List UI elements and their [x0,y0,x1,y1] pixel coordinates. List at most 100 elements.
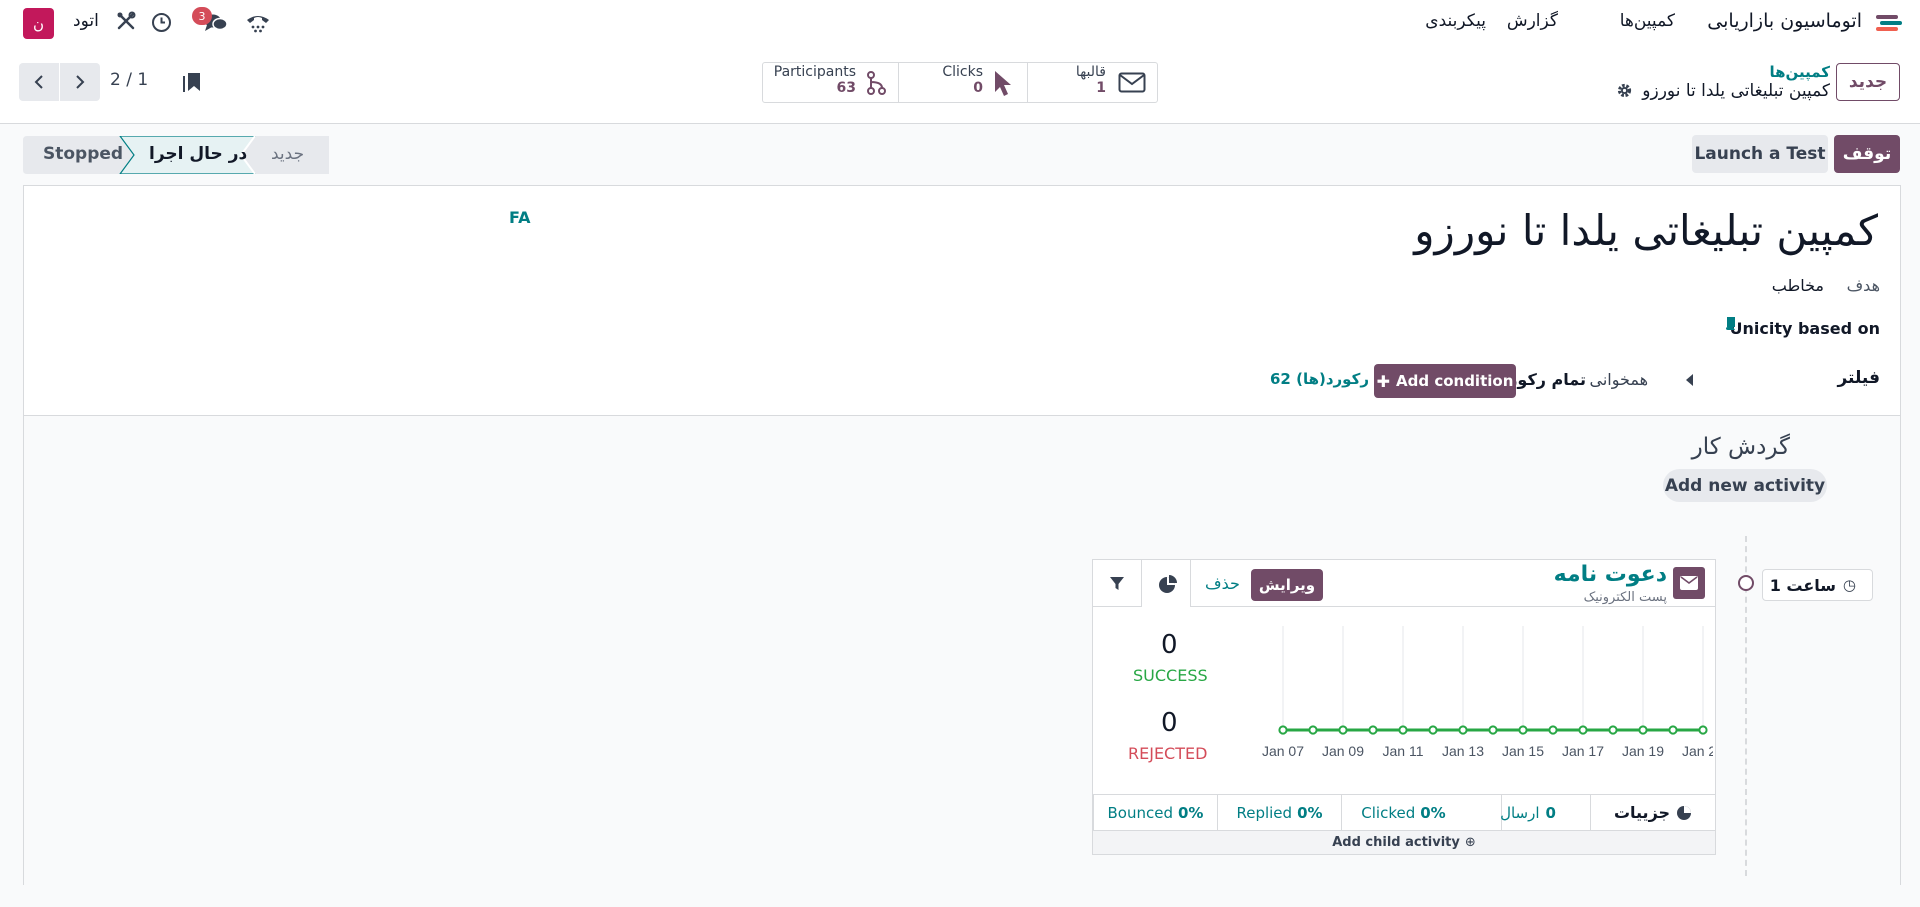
campaign-title[interactable]: کمپین تبلیغاتی یلدا تا نورزو [1414,206,1878,255]
edit-label: ویرایش [1258,576,1316,594]
chart-point [1638,725,1648,735]
graph-tab[interactable] [1141,560,1191,607]
stage-running[interactable]: در حال اجرا [149,144,247,164]
templates-label: قالبها [1075,64,1106,80]
participants-value: 63 [836,80,856,96]
menu-configuration[interactable]: پیکربندی [1425,11,1486,31]
trigger-clock-icon: ◷ [1842,576,1856,594]
chart-point [1368,725,1378,735]
pager-next-button[interactable] [60,63,100,101]
clicked-label: Clicked [1361,803,1416,822]
filter-match-prefix: همخوانی [1589,370,1648,389]
delete-activity-button[interactable]: حذف [1205,574,1240,593]
avatar-letter: ن [32,14,44,33]
bounced-value: 0% [1178,803,1204,822]
debug-tools-icon[interactable] [116,11,136,31]
chart-point [1608,725,1618,735]
language-badge[interactable]: FA [509,208,530,227]
trigger-badge[interactable]: ◷ 1 ساعت [1762,569,1873,601]
filter-label: فیلتر [1837,368,1880,388]
new-button[interactable]: جدید [1836,63,1900,101]
bookmark-icon[interactable] [182,71,202,93]
add-child-activity-button[interactable]: Add child activity ⊕ [1093,831,1715,854]
activity-footer: جزییات 0 ارسال Clicked 0% Replied 0% Bou… [1093,794,1715,831]
pager-prev-button[interactable] [19,63,59,101]
menu-campaigns[interactable]: کمپین‌ها [1620,11,1675,31]
participants-label: Participants [773,64,856,80]
replied-label: Replied [1236,803,1293,822]
replied-value: 0% [1297,803,1323,822]
breadcrumb-parent[interactable]: کمپین‌ها [1769,63,1830,81]
stage-new[interactable]: جدید [271,144,304,164]
pager-value[interactable]: 2 / 1 [110,70,148,90]
chart-x-tick-label: Jan 09 [1322,743,1364,759]
chart-point [1428,725,1438,735]
menu-reporting[interactable]: گزارش [1507,11,1558,31]
activity-card: دعوت نامه پست الکترونیک ویرایش حذف 0 SUC… [1092,559,1716,855]
replied-stat[interactable]: Replied 0% [1217,795,1341,830]
add-condition-label: Add condition [1396,372,1514,390]
phone-icon[interactable] [245,12,271,34]
activity-clock-icon[interactable] [151,12,172,33]
avatar[interactable]: ن [23,8,54,39]
bounced-label: Bounced [1107,803,1173,822]
clicked-stat[interactable]: Clicked 0% [1341,795,1465,830]
sent-label: ارسال [1500,803,1540,822]
app-name[interactable]: اتوماسیون بازاریابی [1707,10,1862,32]
chat-badge: 3 [192,7,212,25]
main-navbar: اتوماسیون بازاریابی کمپین‌ها گزارش پیکرب… [0,0,1920,45]
filter-tab[interactable] [1093,560,1141,607]
edit-activity-button[interactable]: ویرایش [1251,569,1323,601]
pie-chart-icon [1159,575,1177,593]
bounced-stat[interactable]: Bounced 0% [1093,795,1217,830]
chart-point [1488,725,1498,735]
envelope-solid-icon [1680,576,1698,590]
templates-value: 1 [1096,80,1106,96]
chart-point [1308,725,1318,735]
unicity-label: Unicity based on [1729,319,1880,338]
sent-value: 0 [1545,803,1556,822]
book-icon[interactable] [1725,316,1737,330]
timeline-node [1738,575,1754,591]
success-label: SUCCESS [1133,666,1208,685]
plus-circle-icon: ⊕ [1464,835,1476,850]
launch-test-button[interactable]: Launch a Test [1692,135,1828,173]
gear-icon[interactable] [1616,82,1633,99]
app-logo-icon[interactable] [1874,12,1904,34]
chart-x-tick-label: Jan 11 [1383,743,1424,759]
smart-button-group: قالبها 1 Clicks 0 Participants 63 [762,62,1158,103]
add-condition-button[interactable]: ✚ Add condition [1374,364,1516,398]
plus-icon: ✚ [1376,371,1391,391]
success-count: 0 [1161,630,1178,660]
activity-name[interactable]: دعوت نامه [1554,562,1667,587]
stop-button-label: توقف [1842,144,1892,164]
stop-button[interactable]: توقف [1834,135,1900,173]
smart-button-participants[interactable]: Participants 63 [763,63,898,102]
rejected-label: REJECTED [1128,744,1208,763]
add-new-activity-label: Add new activity [1664,475,1826,496]
smart-button-clicks[interactable]: Clicks 0 [898,63,1028,102]
details-label: جزییات [1613,803,1671,822]
rejected-count: 0 [1161,708,1178,738]
record-title: کمپین تبلیغاتی یلدا تا نورزو [1642,81,1830,101]
clicks-value: 0 [973,80,983,96]
chat-badge-count: 3 [198,9,206,23]
chart-x-tick-label: Jan 19 [1622,743,1664,759]
company-name[interactable]: اتود [73,11,99,31]
stage-stopped[interactable]: Stopped [43,144,123,164]
caret-left-icon[interactable] [1686,374,1693,386]
details-tab[interactable]: جزییات [1591,795,1715,830]
chevron-right-icon [76,75,85,89]
add-child-label: Add child activity [1332,835,1460,850]
new-button-label: جدید [1848,72,1888,92]
activity-line-chart: Jan 07 Jan 09 Jan 11 Jan 13 Jan 15 Jan 17 Jan … [1262,626,1713,759]
smart-button-templates[interactable]: قالبها 1 [1028,63,1158,102]
chart-point [1338,725,1348,735]
target-value[interactable]: مخاطب [1772,276,1824,295]
stage-statusbar: جدید در حال اجرا Stopped [23,136,329,174]
record-count[interactable]: 62 رکورد(ها) [1270,370,1369,388]
chart-point [1668,725,1678,735]
activity-type-badge [1673,567,1705,599]
add-new-activity-button[interactable]: Add new activity [1663,469,1827,502]
chart-point [1398,725,1408,735]
